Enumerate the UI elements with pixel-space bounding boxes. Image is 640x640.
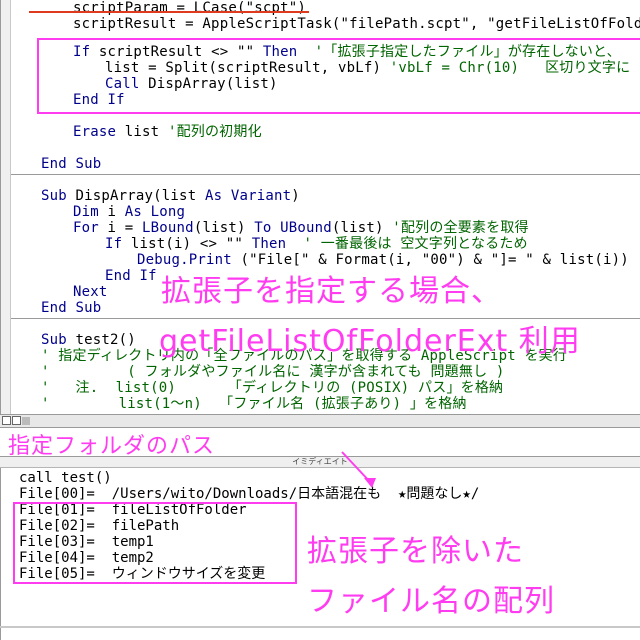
code-line[interactable]: End If bbox=[105, 268, 157, 284]
code-line[interactable]: ' list(1～n) 「ファイル名 (拡張子あり) 」を格納 bbox=[41, 396, 467, 412]
scroll-thumb[interactable] bbox=[22, 417, 30, 425]
code-text: scriptResult = AppleScriptTask("filePath… bbox=[73, 16, 640, 32]
code-keyword: Sub bbox=[41, 332, 76, 348]
bottom-border bbox=[0, 626, 640, 628]
immediate-line: File[00]= /Users/wito/Downloads/日本語混在も ★… bbox=[19, 486, 480, 502]
code-text: i = bbox=[107, 220, 143, 236]
code-line[interactable]: Sub DispArray(list As Variant) bbox=[41, 188, 300, 204]
annotation-result-line1: 拡張子を除いた bbox=[307, 534, 524, 569]
code-line[interactable]: Next bbox=[73, 284, 108, 300]
code-keyword: Sub bbox=[41, 188, 76, 204]
code-line[interactable]: Erase list '配列の初期化 bbox=[73, 124, 262, 140]
annotation-ext-line1: 拡張子を指定する場合、 bbox=[161, 274, 502, 309]
highlight-box-if-block bbox=[37, 38, 640, 114]
immediate-window-title: イミディエイト bbox=[0, 456, 640, 468]
code-text: list(i) <> "" bbox=[130, 236, 252, 252]
code-text: test2() bbox=[75, 332, 136, 348]
procedure-separator bbox=[11, 174, 640, 175]
code-keyword: End Sub bbox=[41, 300, 102, 316]
code-keyword: As Long bbox=[124, 204, 186, 220]
code-line[interactable]: ' 注. list(0) 「ディレクトリの (POSIX) パス」を格納 bbox=[41, 380, 503, 396]
immediate-window[interactable]: call test() File[00]= /Users/wito/Downlo… bbox=[0, 468, 640, 640]
code-comment: ' 一番最後は 空文字列となるため bbox=[286, 236, 528, 252]
code-comment: ' list(1～n) 「ファイル名 (拡張子あり) 」を格納 bbox=[41, 396, 467, 412]
annotation-result-line2: ファイル名の配列 bbox=[307, 584, 555, 619]
highlight-box-file-list bbox=[13, 502, 297, 584]
code-keyword: Erase bbox=[73, 124, 125, 140]
code-line[interactable]: End Sub bbox=[41, 156, 101, 172]
full-module-view-icon[interactable] bbox=[12, 416, 21, 425]
code-text: i bbox=[107, 204, 125, 220]
code-keyword: End Sub bbox=[41, 156, 102, 172]
code-keyword: LBound bbox=[142, 220, 194, 236]
code-line[interactable]: ' ( フォルダやファイル名に 漢字が含まれても 問題無し ) bbox=[41, 364, 505, 380]
code-text: (list) bbox=[331, 220, 393, 236]
code-keyword: Then bbox=[251, 236, 287, 252]
code-text: DispArray(list bbox=[75, 188, 205, 204]
code-line[interactable]: Sub test2() bbox=[41, 332, 136, 348]
code-text: ) bbox=[291, 188, 300, 204]
code-comment: ' 注. list(0) 「ディレクトリの (POSIX) パス」を格納 bbox=[41, 380, 504, 396]
code-text: scriptParam = LCase("scpt") bbox=[73, 0, 306, 16]
code-comment: '配列の全要素を取得 bbox=[392, 220, 529, 236]
code-keyword: Dim bbox=[73, 204, 108, 220]
procedure-view-icon[interactable] bbox=[2, 416, 11, 425]
code-keyword: As Variant bbox=[204, 188, 292, 204]
code-line[interactable]: scriptResult = AppleScriptTask("filePath… bbox=[73, 16, 640, 32]
red-underline-mark bbox=[29, 11, 309, 13]
code-line[interactable]: For i = LBound(list) To UBound(list) '配列… bbox=[73, 220, 529, 236]
code-text: (list) bbox=[193, 220, 255, 236]
code-keyword: For bbox=[73, 220, 108, 236]
code-comment: ' ( フォルダやファイル名に 漢字が含まれても 問題無し ) bbox=[41, 364, 505, 380]
annotation-strip: 指定フォルダのパス bbox=[0, 428, 640, 459]
code-text: list bbox=[124, 124, 168, 140]
immediate-line: call test() bbox=[19, 470, 112, 486]
editor-gutter bbox=[1, 0, 11, 414]
annotation-ext-line2: getFileListOfFolderExt 利用 bbox=[159, 324, 581, 359]
code-line[interactable]: End Sub bbox=[41, 300, 101, 316]
editor-horizontal-scrollbar[interactable] bbox=[0, 414, 640, 428]
code-keyword: Next bbox=[73, 284, 108, 300]
code-keyword: If bbox=[105, 236, 131, 252]
code-line[interactable]: scriptParam = LCase("scpt") bbox=[73, 0, 306, 16]
code-line[interactable]: If list(i) <> "" Then ' 一番最後は 空文字列となるため bbox=[105, 236, 528, 252]
code-keyword: To UBound bbox=[254, 220, 332, 236]
code-comment: '配列の初期化 bbox=[167, 124, 262, 140]
code-line[interactable]: Dim i As Long bbox=[73, 204, 185, 220]
code-editor[interactable]: scriptParam = LCase("scpt") scriptResult … bbox=[0, 0, 640, 414]
code-keyword: End If bbox=[105, 268, 157, 284]
